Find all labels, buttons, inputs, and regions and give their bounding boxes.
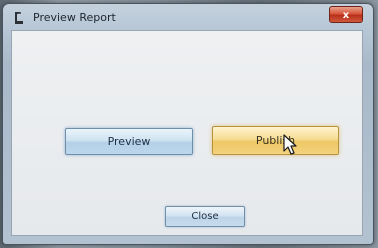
app-icon xyxy=(15,12,23,24)
dialog-content: Preview Publish Close xyxy=(11,30,363,236)
preview-report-dialog: Preview Report x Preview Publish Close xyxy=(2,3,374,245)
pointer-cursor-icon xyxy=(283,134,297,155)
window-title: Preview Report xyxy=(33,11,116,24)
preview-button[interactable]: Preview xyxy=(65,128,193,155)
window-close-button[interactable]: x xyxy=(329,6,363,23)
title-bar[interactable]: Preview Report x xyxy=(3,4,373,30)
close-button[interactable]: Close xyxy=(165,206,245,227)
publish-button[interactable]: Publish xyxy=(212,126,339,155)
